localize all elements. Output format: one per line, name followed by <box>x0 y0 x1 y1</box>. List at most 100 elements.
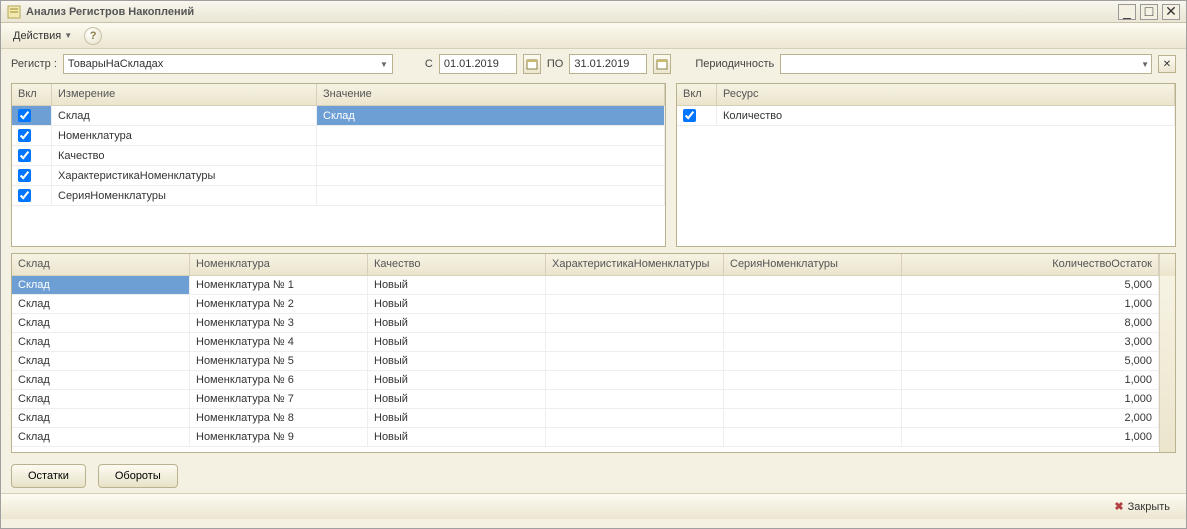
calendar-to-button[interactable] <box>653 54 671 74</box>
col-vkl[interactable]: Вкл <box>677 84 717 105</box>
col-kolichestvo[interactable]: КоличествоОстаток <box>902 254 1159 275</box>
calendar-icon <box>656 58 668 70</box>
vkl-checkbox[interactable] <box>683 109 696 122</box>
table-row[interactable]: СкладНоменклатура № 4Новый3,000 <box>12 333 1159 352</box>
resources-grid: Вкл Ресурс Количество <box>676 83 1176 247</box>
periodicity-select[interactable]: ▼ <box>780 54 1152 74</box>
res-cell: Количество <box>717 106 1175 125</box>
resource-row[interactable]: Количество <box>677 106 1175 126</box>
close-icon: ✖ <box>1114 500 1123 513</box>
zn-cell[interactable] <box>317 126 665 145</box>
dimension-row[interactable]: Номенклатура <box>12 126 665 146</box>
register-value: ТоварыНаСкладах <box>68 58 163 70</box>
vkl-cell[interactable] <box>12 146 52 165</box>
vkl-checkbox[interactable] <box>18 149 31 162</box>
vkl-cell[interactable] <box>12 126 52 145</box>
maximize-button[interactable]: □ <box>1140 4 1158 20</box>
dimension-row[interactable]: Качество <box>12 146 665 166</box>
oboroty-button[interactable]: Обороты <box>98 464 178 488</box>
col-res[interactable]: Ресурс <box>717 84 1175 105</box>
date-from-input[interactable]: 01.01.2019 <box>439 54 517 74</box>
resources-body: Количество <box>677 106 1175 246</box>
table-row[interactable]: СкладНоменклатура № 8Новый2,000 <box>12 409 1159 428</box>
cell-nomen: Номенклатура № 5 <box>190 352 368 370</box>
col-kharakteristika[interactable]: ХарактеристикаНоменклатуры <box>546 254 724 275</box>
cell-char <box>546 276 724 294</box>
zn-cell[interactable] <box>317 166 665 185</box>
vkl-checkbox[interactable] <box>18 189 31 202</box>
cell-char <box>546 428 724 446</box>
cell-sklad: Склад <box>12 371 190 389</box>
date-to-input[interactable]: 31.01.2019 <box>569 54 647 74</box>
periodicity-label: Периодичность <box>695 58 774 70</box>
zn-cell[interactable] <box>317 186 665 205</box>
minimize-button[interactable]: _ <box>1118 4 1136 20</box>
izm-cell: Номенклатура <box>52 126 317 145</box>
actions-menu[interactable]: Действия ▼ <box>7 28 78 44</box>
cell-ser <box>724 314 902 332</box>
table-row[interactable]: СкладНоменклатура № 5Новый5,000 <box>12 352 1159 371</box>
zn-cell[interactable]: Склад <box>317 106 665 125</box>
chevron-down-icon: ▼ <box>1141 60 1149 69</box>
cell-ser <box>724 333 902 351</box>
table-row[interactable]: СкладНоменклатура № 2Новый1,000 <box>12 295 1159 314</box>
col-izm[interactable]: Измерение <box>52 84 317 105</box>
col-zn[interactable]: Значение <box>317 84 665 105</box>
table-row[interactable]: СкладНоменклатура № 3Новый8,000 <box>12 314 1159 333</box>
table-row[interactable]: СкладНоменклатура № 1Новый5,000 <box>12 276 1159 295</box>
cell-nomen: Номенклатура № 1 <box>190 276 368 294</box>
vkl-checkbox[interactable] <box>18 169 31 182</box>
vertical-scrollbar[interactable] <box>1159 276 1175 452</box>
data-grid-body: СкладНоменклатура № 1Новый5,000СкладНоме… <box>12 276 1159 452</box>
cell-sklad: Склад <box>12 276 190 294</box>
cell-nomen: Номенклатура № 4 <box>190 333 368 351</box>
cell-char <box>546 352 724 370</box>
table-row[interactable]: СкладНоменклатура № 9Новый1,000 <box>12 428 1159 447</box>
cell-kach: Новый <box>368 390 546 408</box>
dimensions-header: Вкл Измерение Значение <box>12 84 665 106</box>
col-kachestvo[interactable]: Качество <box>368 254 546 275</box>
vkl-cell[interactable] <box>12 166 52 185</box>
clear-periodicity-button[interactable]: ✕ <box>1158 55 1176 73</box>
data-grid: Склад Номенклатура Качество Характеристи… <box>11 253 1176 453</box>
window-controls: _ □ ✕ <box>1118 4 1180 20</box>
ostatki-button[interactable]: Остатки <box>11 464 86 488</box>
zn-cell[interactable] <box>317 146 665 165</box>
cell-qty: 5,000 <box>902 276 1159 294</box>
bottom-bar: Остатки Обороты <box>1 459 1186 493</box>
vkl-cell[interactable] <box>12 186 52 205</box>
dimension-row[interactable]: СкладСклад <box>12 106 665 126</box>
calendar-from-button[interactable] <box>523 54 541 74</box>
cell-sklad: Склад <box>12 333 190 351</box>
dimension-row[interactable]: ХарактеристикаНоменклатуры <box>12 166 665 186</box>
cell-ser <box>724 371 902 389</box>
dimensions-grid: Вкл Измерение Значение СкладСкладНоменкл… <box>11 83 666 247</box>
vkl-checkbox[interactable] <box>18 129 31 142</box>
table-row[interactable]: СкладНоменклатура № 6Новый1,000 <box>12 371 1159 390</box>
cell-sklad: Склад <box>12 428 190 446</box>
vkl-cell[interactable] <box>12 106 52 125</box>
cell-ser <box>724 352 902 370</box>
cell-sklad: Склад <box>12 295 190 313</box>
chevron-down-icon: ▼ <box>380 60 388 69</box>
table-row[interactable]: СкладНоменклатура № 7Новый1,000 <box>12 390 1159 409</box>
close-button[interactable]: ✖ Закрыть <box>1108 498 1176 515</box>
date-to-value: 31.01.2019 <box>574 58 629 70</box>
cell-qty: 1,000 <box>902 428 1159 446</box>
close-window-button[interactable]: ✕ <box>1162 4 1180 20</box>
vkl-checkbox[interactable] <box>18 109 31 122</box>
cell-kach: Новый <box>368 352 546 370</box>
col-seriya[interactable]: СерияНоменклатуры <box>724 254 902 275</box>
register-select[interactable]: ТоварыНаСкладах ▼ <box>63 54 393 74</box>
vkl-cell[interactable] <box>677 106 717 125</box>
cell-qty: 3,000 <box>902 333 1159 351</box>
cell-ser <box>724 295 902 313</box>
status-bar: ✖ Закрыть <box>1 493 1186 519</box>
cell-qty: 1,000 <box>902 390 1159 408</box>
help-button[interactable]: ? <box>84 27 102 45</box>
col-vkl[interactable]: Вкл <box>12 84 52 105</box>
col-sklad[interactable]: Склад <box>12 254 190 275</box>
col-nomenklatura[interactable]: Номенклатура <box>190 254 368 275</box>
dimension-row[interactable]: СерияНоменклатуры <box>12 186 665 206</box>
cell-char <box>546 390 724 408</box>
